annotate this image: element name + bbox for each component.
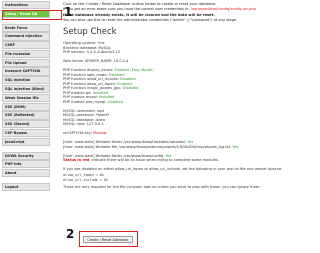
disabled-note: If you see disabled on either allow_url_… [63, 167, 283, 172]
annotation-box-button: Create / Reset Database [79, 231, 138, 247]
intro-line-4: You can also use this to reset the admin… [63, 17, 238, 22]
sidebar-item-instructions[interactable]: Instructions [2, 1, 50, 10]
sidebar-item-xss-reflected[interactable]: XSS (Reflected) [2, 111, 50, 120]
sidebar-item-about[interactable]: About [2, 169, 50, 178]
sidebar-item-weak-session-ids[interactable]: Weak Session IDs [2, 93, 50, 102]
intro-text: Click on the 'Create / Reset Database' b… [63, 2, 295, 22]
annotation-box-setup [2, 9, 62, 20]
sidebar-item-javascript[interactable]: JavaScript [2, 137, 50, 146]
main-content: Click on the 'Create / Reset Database' b… [63, 2, 295, 189]
sidebar-item-file-inclusion[interactable]: File Inclusion [2, 49, 50, 59]
create-reset-database-button[interactable]: Create / Reset Database [83, 235, 133, 243]
sidebar-item-dvwa-security[interactable]: DVWA Security [2, 151, 50, 160]
sidebar-item-brute-force[interactable]: Brute Force [2, 23, 50, 32]
sidebar-item-csrf[interactable]: CSRF [2, 41, 50, 50]
page-title: Setup Check [63, 27, 117, 38]
sidebar-item-php-info[interactable]: PHP Info [2, 160, 50, 169]
annotation-step-2: 2 [66, 227, 75, 241]
sidebar-menu: Instructions Setup / Reset DB Brute Force… [2, 0, 54, 253]
sidebar-item-sql-injection[interactable]: SQL Injection [2, 76, 50, 85]
footer-note: These are only required for the file inc… [63, 184, 261, 189]
sidebar-item-command-injection[interactable]: Command Injection [2, 32, 50, 41]
sidebar-item-csp-bypass[interactable]: CSP Bypass [2, 128, 50, 138]
sidebar-item-logout[interactable]: Logout [2, 182, 50, 192]
sidebar-item-xss-dom[interactable]: XSS (DOM) [2, 102, 50, 111]
sidebar-item-insecure-captcha[interactable]: Insecure CAPTCHA [2, 67, 50, 76]
sidebar-item-xss-stored[interactable]: XSS (Stored) [2, 120, 50, 129]
sidebar-item-file-upload[interactable]: File Upload [2, 58, 50, 67]
sidebar-item-sql-injection-blind[interactable]: SQL Injection (Blind) [2, 85, 50, 94]
